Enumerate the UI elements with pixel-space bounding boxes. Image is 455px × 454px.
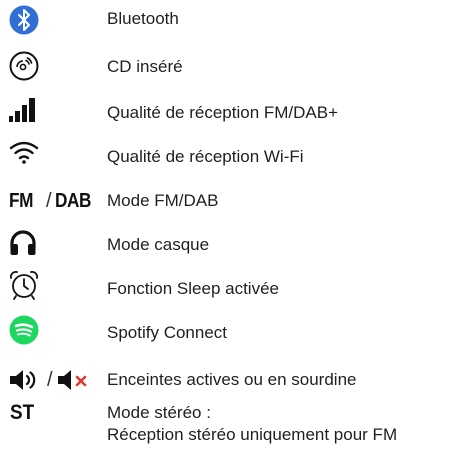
legend-row-stereo: ST Mode stéréo : Réception stéréo unique… — [0, 396, 455, 454]
legend-label: Spotify Connect — [107, 323, 228, 342]
icon-cell: / — [0, 352, 104, 396]
icon-cell — [0, 308, 104, 352]
signal-bars-icon — [9, 98, 35, 122]
legend-row-fm-dab: FM / DAB Mode FM/DAB — [0, 176, 455, 220]
wifi-icon — [9, 141, 39, 164]
legend-label: Qualité de réception Wi-Fi — [107, 147, 304, 166]
icon-legend: Bluetooth CD inséré Qualité de réception… — [0, 0, 455, 454]
icon-cell — [0, 220, 104, 264]
fm-label: FM — [9, 190, 33, 212]
legend-label-multiline: Mode stéréo : Réception stéréo uniquemen… — [107, 402, 397, 446]
legend-label: Bluetooth — [107, 9, 179, 28]
stereo-indicator: ST — [10, 401, 35, 424]
legend-label: Mode FM/DAB — [107, 191, 219, 210]
speaker-active-icon — [10, 370, 36, 390]
fm-dab-separator: / — [46, 190, 52, 212]
legend-row-wifi: Qualité de réception Wi-Fi — [0, 132, 455, 176]
speaker-separator: / — [47, 369, 53, 391]
legend-label: Mode casque — [107, 235, 210, 254]
legend-row-headphones: Mode casque — [0, 220, 455, 264]
bluetooth-icon — [9, 5, 39, 35]
legend-row-speakers: / Enceintes actives ou en sourdine — [0, 352, 455, 396]
legend-label: Qualité de réception FM/DAB+ — [107, 103, 339, 122]
fm-dab-indicator: FM / DAB — [0, 176, 104, 220]
legend-label-line: Mode stéréo : — [107, 403, 211, 422]
alarm-clock-icon — [10, 271, 38, 300]
icon-cell — [0, 132, 104, 176]
legend-row-bluetooth: Bluetooth — [0, 0, 455, 44]
legend-label: CD inséré — [107, 57, 183, 76]
legend-row-spotify: Spotify Connect — [0, 308, 455, 352]
dab-label: DAB — [55, 190, 91, 212]
legend-row-cd: CD inséré — [0, 44, 455, 88]
headphones-icon — [10, 230, 36, 255]
icon-cell — [0, 44, 104, 88]
icon-cell — [0, 0, 104, 44]
icon-cell — [0, 88, 104, 132]
spotify-icon — [9, 315, 39, 345]
legend-row-sleep: Fonction Sleep activée — [0, 264, 455, 308]
legend-label: Enceintes actives ou en sourdine — [107, 370, 357, 389]
legend-label-line: Réception stéréo uniquement pour FM — [107, 425, 398, 444]
speaker-muted-icon — [58, 370, 87, 390]
legend-label: Fonction Sleep activée — [107, 279, 279, 298]
icon-cell: ST — [0, 396, 104, 440]
icon-cell — [0, 264, 104, 308]
cd-icon — [9, 51, 39, 81]
legend-row-signal: Qualité de réception FM/DAB+ — [0, 88, 455, 132]
